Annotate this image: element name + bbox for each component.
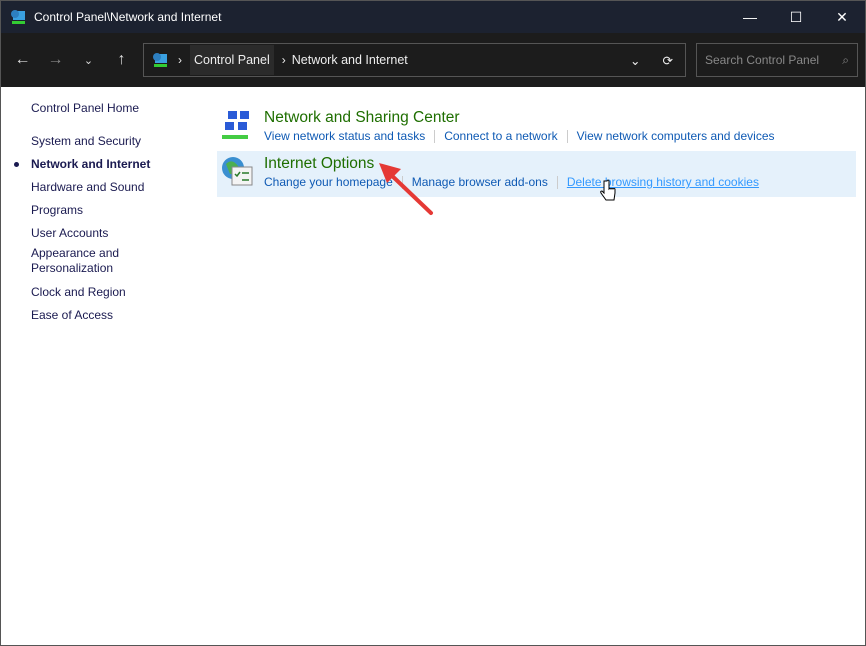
search-input[interactable]: Search Control Panel ⌕ bbox=[696, 43, 858, 77]
sidebar-item-programs[interactable]: Programs bbox=[31, 203, 150, 217]
sidebar-home-link[interactable]: Control Panel Home bbox=[31, 101, 150, 115]
network-icon bbox=[222, 111, 249, 139]
sidebar-item-clock-and-region[interactable]: Clock and Region bbox=[31, 285, 150, 299]
control-panel-icon bbox=[153, 53, 167, 67]
category-title[interactable]: Network and Sharing Center bbox=[264, 105, 856, 127]
navigation-bar: ← → ⌄ ↑ › Control Panel › Network and In… bbox=[1, 33, 865, 87]
annotation-arrow bbox=[379, 163, 433, 215]
forward-button[interactable]: → bbox=[39, 51, 72, 69]
control-panel-icon bbox=[11, 10, 25, 24]
chevron-right-icon[interactable]: › bbox=[172, 53, 188, 67]
recent-locations-button[interactable]: ⌄ bbox=[72, 54, 105, 67]
category-network-and-sharing-center: Network and Sharing Center View network … bbox=[217, 105, 856, 151]
sidebar-item-network-and-internet[interactable]: Network and Internet bbox=[13, 157, 150, 171]
sidebar-item-hardware-and-sound[interactable]: Hardware and Sound bbox=[31, 180, 150, 194]
maximize-button[interactable]: ☐ bbox=[773, 9, 819, 26]
address-bar[interactable]: › Control Panel › Network and Internet ⌄… bbox=[143, 43, 686, 77]
minimize-button[interactable]: — bbox=[727, 9, 773, 26]
link-connect-to-network[interactable]: Connect to a network bbox=[444, 129, 557, 143]
sidebar: Control Panel Home System and Security N… bbox=[13, 101, 150, 331]
internet-options-icon bbox=[222, 157, 253, 186]
breadcrumb-control-panel[interactable]: Control Panel bbox=[190, 45, 274, 75]
back-button[interactable]: ← bbox=[6, 51, 39, 69]
link-view-network-computers[interactable]: View network computers and devices bbox=[577, 129, 775, 143]
refresh-icon[interactable]: ⟳ bbox=[663, 53, 673, 68]
sidebar-item-system-and-security[interactable]: System and Security bbox=[31, 134, 150, 148]
category-title[interactable]: Internet Options bbox=[264, 151, 856, 173]
sidebar-item-user-accounts[interactable]: User Accounts bbox=[31, 226, 150, 240]
chevron-right-icon[interactable]: › bbox=[276, 53, 292, 67]
title-bar: Control Panel\Network and Internet — ☐ ✕ bbox=[1, 1, 865, 33]
category-internet-options: Internet Options Change your homepage Man… bbox=[217, 151, 856, 197]
sidebar-item-ease-of-access[interactable]: Ease of Access bbox=[31, 308, 150, 322]
search-icon: ⌕ bbox=[842, 52, 849, 67]
close-button[interactable]: ✕ bbox=[819, 9, 865, 26]
search-placeholder: Search Control Panel bbox=[705, 53, 820, 67]
window-title: Control Panel\Network and Internet bbox=[34, 10, 222, 24]
chevron-down-icon[interactable]: ⌄ bbox=[630, 53, 640, 68]
window: Control Panel\Network and Internet — ☐ ✕ ←… bbox=[0, 0, 866, 646]
breadcrumb-network-and-internet[interactable]: Network and Internet bbox=[292, 53, 408, 67]
link-delete-browsing-history[interactable]: Delete browsing history and cookies bbox=[567, 175, 759, 189]
sidebar-item-appearance[interactable]: Appearance and Personalization bbox=[31, 246, 131, 276]
hand-cursor-icon bbox=[600, 179, 616, 201]
up-button[interactable]: ↑ bbox=[105, 51, 138, 69]
link-view-network-status[interactable]: View network status and tasks bbox=[264, 129, 425, 143]
